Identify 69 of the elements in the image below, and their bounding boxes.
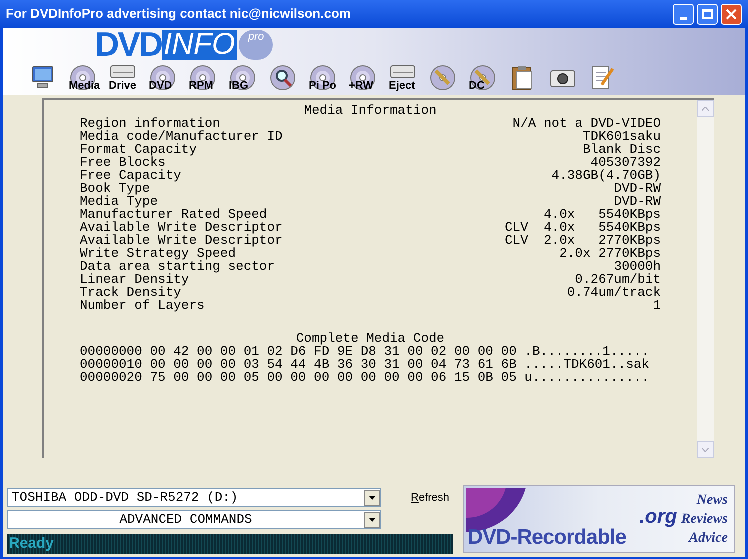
hex-dump-line: 00000000 00 42 00 00 01 02 D6 FD 9E D8 31 00 02 00 00 00 .B........1..... bbox=[80, 345, 650, 358]
banner-title: DVD-Recordable bbox=[468, 526, 626, 550]
hex-dump-line: 00000010 00 00 00 00 03 54 44 4B 36 30 31 00 04 73 61 6B .....TDK601..sak bbox=[80, 358, 650, 371]
select-value: TOSHIBA ODD-DVD SD-R5272 (D:) bbox=[11, 488, 240, 507]
info-value: 1 bbox=[653, 299, 661, 312]
info-label: Media Type bbox=[80, 195, 158, 208]
banner-link[interactable]: Advice bbox=[689, 528, 728, 548]
toolbar-button[interactable]: +RW bbox=[347, 64, 379, 92]
toolbar-button[interactable]: Pi Po bbox=[307, 64, 339, 92]
toolbar-label: Eject bbox=[389, 80, 416, 92]
toolbar-label: +RW bbox=[349, 80, 374, 92]
toolbar-button[interactable]: Eject bbox=[387, 64, 419, 92]
toolbar-label: Pi Po bbox=[309, 80, 337, 92]
commands-select[interactable]: ADVANCED COMMANDS bbox=[7, 510, 381, 529]
info-label: Write Strategy Speed bbox=[80, 247, 236, 260]
toolbar-button[interactable]: Media bbox=[67, 64, 99, 92]
info-value: DVD-RW bbox=[614, 182, 661, 195]
select-value: ADVANCED COMMANDS bbox=[118, 510, 254, 529]
info-label: Free Capacity bbox=[80, 169, 182, 182]
refresh-button[interactable]: Refresh bbox=[411, 492, 450, 504]
info-value: 30000h bbox=[614, 260, 661, 273]
info-value: CLV 4.0x 5540KBps bbox=[504, 221, 661, 234]
info-label: Manufacturer Rated Speed bbox=[80, 208, 268, 221]
info-label: Free Blocks bbox=[80, 156, 166, 169]
toolbar-button[interactable]: RPM bbox=[187, 64, 219, 92]
hex-dump-line: 00000020 75 00 00 00 05 00 00 00 00 00 00 00 06 15 0B 05 u............... bbox=[80, 371, 650, 384]
info-label: Available Write Descriptor bbox=[80, 234, 283, 247]
info-label: Available Write Descriptor bbox=[80, 221, 283, 234]
toolbar-button[interactable]: Drive bbox=[107, 64, 139, 92]
toolbar-label: DC bbox=[469, 80, 485, 92]
info-label: Number of Layers bbox=[80, 299, 205, 312]
toolbar-button[interactable]: IBG bbox=[227, 64, 259, 92]
info-label: Book Type bbox=[80, 182, 150, 195]
info-label: Region information bbox=[80, 117, 220, 130]
info-label: Linear Density bbox=[80, 273, 190, 286]
toolbar-label: Media bbox=[69, 80, 100, 92]
info-value: DVD-RW bbox=[614, 195, 661, 208]
info-value: N/A not a DVD-VIDEO bbox=[512, 117, 661, 130]
logo-text: DVD bbox=[95, 30, 162, 60]
info-value: 405307392 bbox=[590, 156, 661, 169]
info-value: 4.0x 5540KBps bbox=[544, 208, 661, 221]
status-text: Ready bbox=[9, 534, 54, 554]
section-title: Complete Media Code bbox=[296, 332, 445, 345]
info-value: CLV 2.0x 2770KBps bbox=[504, 234, 661, 247]
info-value: Blank Disc bbox=[582, 143, 661, 156]
toolbar-label: Drive bbox=[109, 80, 137, 92]
toolbar-label: RPM bbox=[189, 80, 214, 92]
info-label: Media code/Manufacturer ID bbox=[80, 130, 283, 143]
section-title: Media Information bbox=[304, 104, 437, 117]
logo-text: INFO bbox=[162, 30, 238, 60]
banner-domain: .org bbox=[640, 508, 678, 526]
info-label: Data area starting sector bbox=[80, 260, 276, 273]
toolbar-label: DVD bbox=[149, 80, 172, 92]
advertising-banner[interactable]: .org DVD-Recordable News Reviews Advice bbox=[463, 485, 735, 553]
window-title: For DVDInfoPro advertising contact nic@nicwilson.com bbox=[6, 5, 352, 24]
toolbar-button[interactable]: DC bbox=[467, 64, 499, 92]
banner-link[interactable]: Reviews bbox=[681, 510, 728, 528]
info-label: Format Capacity bbox=[80, 143, 198, 156]
logo-badge: pro bbox=[239, 30, 274, 60]
info-label: Track Density bbox=[80, 286, 182, 299]
info-value: TDK601saku bbox=[582, 130, 661, 143]
info-value: 0.267um/bit bbox=[575, 273, 661, 286]
info-value: 2.0x 2770KBps bbox=[560, 247, 661, 260]
drive-select[interactable]: TOSHIBA ODD-DVD SD-R5272 (D:) bbox=[7, 488, 381, 507]
info-value: 4.38GB(4.70GB) bbox=[552, 169, 661, 182]
toolbar-button[interactable]: DVD bbox=[147, 64, 179, 92]
banner-link[interactable]: News bbox=[696, 490, 728, 510]
info-value: 0.74um/track bbox=[567, 286, 661, 299]
toolbar-label: IBG bbox=[229, 80, 249, 92]
